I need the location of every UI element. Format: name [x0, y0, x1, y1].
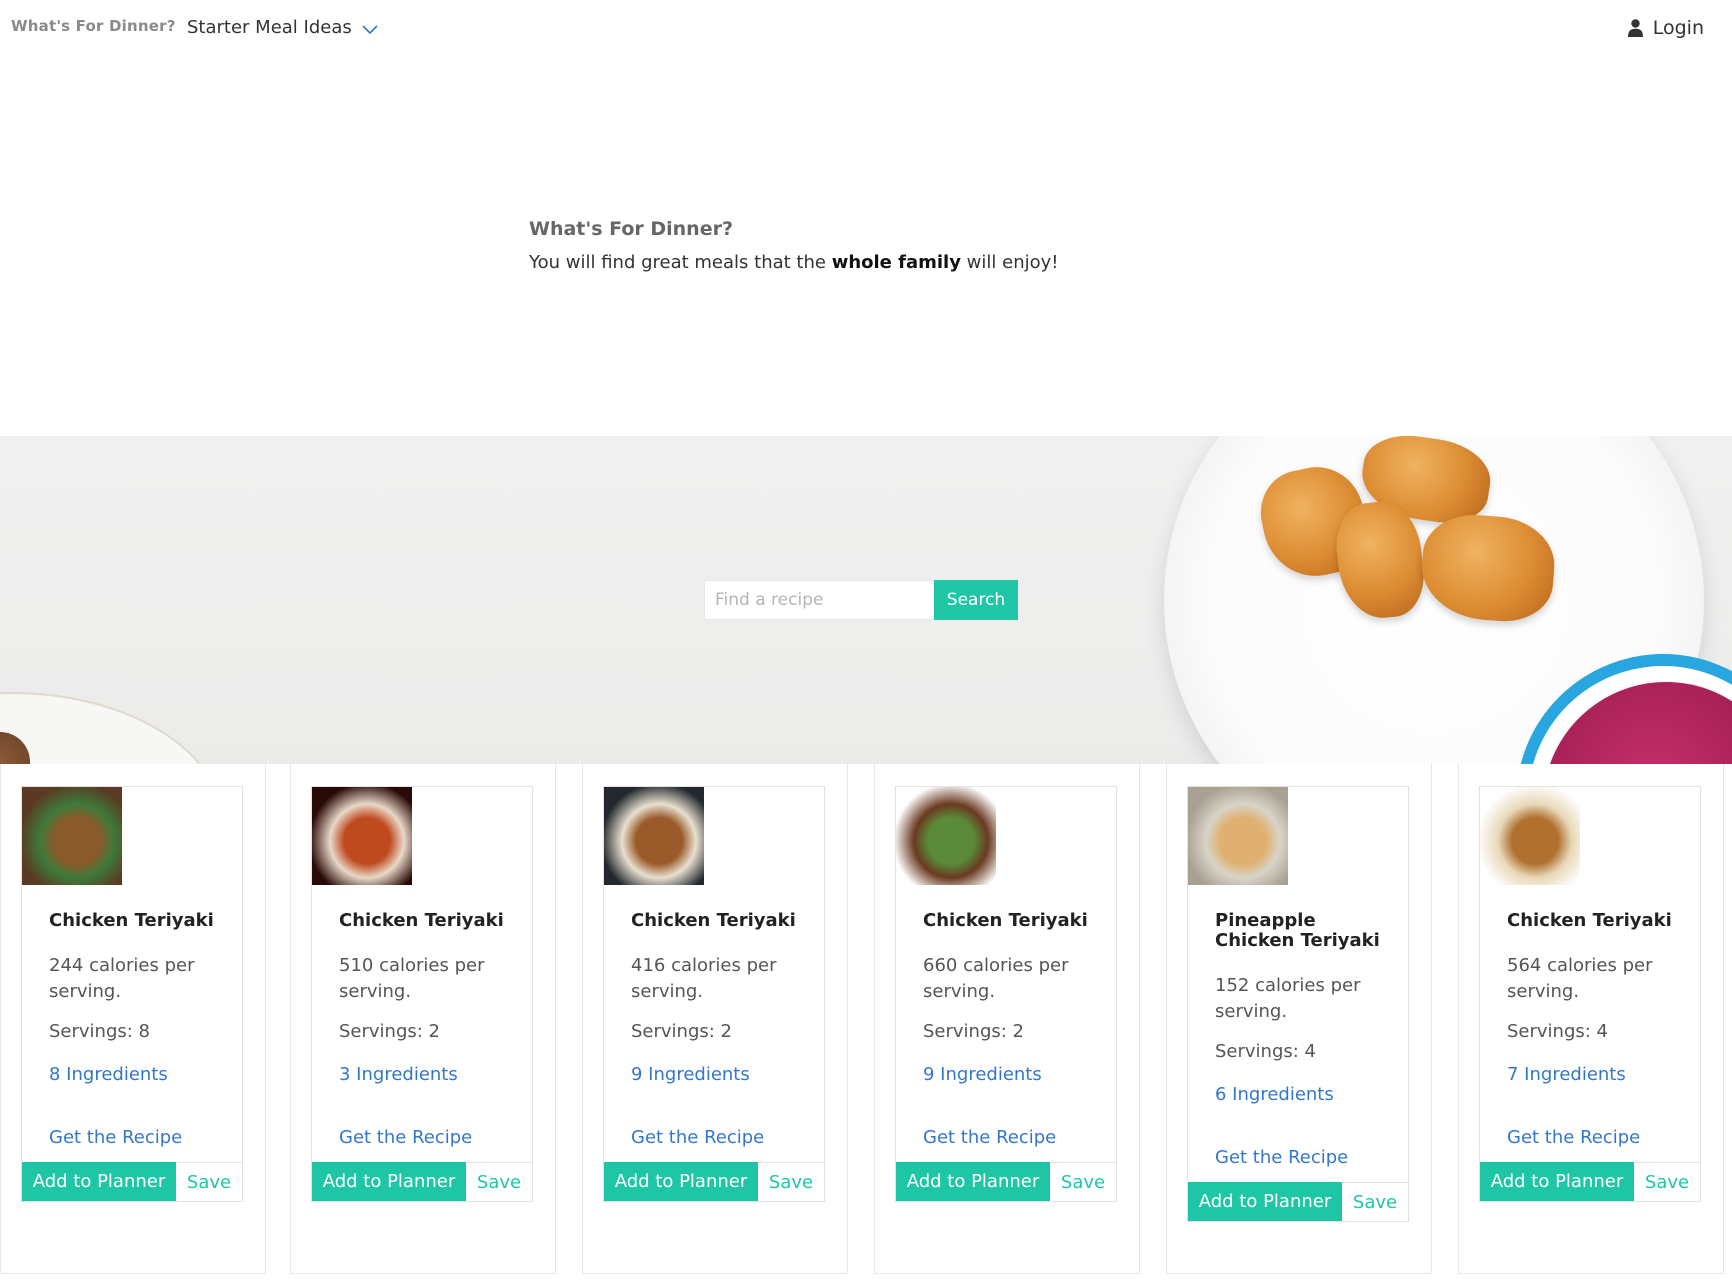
- recipe-calories: 244 calories per serving.: [49, 955, 195, 1002]
- ingredients-link[interactable]: 8 Ingredients: [49, 1064, 216, 1085]
- recipe-servings: Servings: 8: [49, 1021, 151, 1042]
- recipe-card: Chicken Teriyaki 564 calories per servin…: [1479, 786, 1701, 1202]
- recipe-servings: Servings: 2: [339, 1021, 441, 1042]
- save-button[interactable]: Save: [1342, 1183, 1408, 1221]
- get-recipe-link[interactable]: Get the Recipe: [339, 1127, 506, 1148]
- hero-title: What's For Dinner?: [529, 218, 733, 240]
- save-button[interactable]: Save: [466, 1163, 532, 1201]
- recipe-calories: 510 calories per serving.: [339, 955, 485, 1002]
- recipe-search: Search: [704, 580, 1018, 620]
- ingredients-link[interactable]: 7 Ingredients: [1507, 1064, 1674, 1085]
- recipe-card-body: Chicken Teriyaki 660 calories per servin…: [896, 885, 1116, 1149]
- recipe-card-body: Chicken Teriyaki 564 calories per servin…: [1480, 885, 1700, 1149]
- hero-subtitle-end: will enjoy!: [960, 252, 1059, 273]
- menu-label: Starter Meal Ideas: [187, 17, 352, 38]
- top-nav: What's For Dinner? Starter Meal Ideas Lo…: [0, 0, 1732, 58]
- recipe-card-grid: Chicken Teriyaki 244 calories per servin…: [0, 764, 1732, 1286]
- add-to-planner-button[interactable]: Add to Planner: [1188, 1182, 1342, 1221]
- search-button[interactable]: Search: [934, 580, 1018, 620]
- recipe-servings: Servings: 4: [1215, 1041, 1317, 1062]
- recipe-column: Pineapple Chicken Teriyaki 152 calories …: [1166, 764, 1432, 1274]
- card-actions: Add to Planner Save: [22, 1162, 242, 1201]
- recipe-thumbnail[interactable]: [1480, 787, 1580, 885]
- recipe-card: Chicken Teriyaki 660 calories per servin…: [895, 786, 1117, 1202]
- hero-subtitle: You will find great meals that the whole…: [529, 252, 1059, 273]
- recipe-column: Chicken Teriyaki 416 calories per servin…: [582, 764, 848, 1274]
- chevron-down-icon: [362, 21, 378, 37]
- recipe-card: Chicken Teriyaki 244 calories per servin…: [21, 786, 243, 1202]
- recipe-servings: Servings: 2: [631, 1021, 733, 1042]
- add-to-planner-button[interactable]: Add to Planner: [896, 1162, 1050, 1201]
- add-to-planner-button[interactable]: Add to Planner: [604, 1162, 758, 1201]
- login-link[interactable]: Login: [1627, 17, 1704, 39]
- get-recipe-link[interactable]: Get the Recipe: [1507, 1127, 1674, 1148]
- card-actions: Add to Planner Save: [1188, 1182, 1408, 1221]
- hero-subtitle-start: You will find great meals that the: [529, 252, 832, 273]
- recipe-thumbnail[interactable]: [22, 787, 122, 885]
- get-recipe-link[interactable]: Get the Recipe: [923, 1127, 1090, 1148]
- ingredients-link[interactable]: 3 Ingredients: [339, 1064, 506, 1085]
- ingredients-link[interactable]: 6 Ingredients: [1215, 1084, 1382, 1105]
- recipe-title: Chicken Teriyaki: [1507, 910, 1672, 931]
- recipe-title: Chicken Teriyaki: [49, 910, 214, 931]
- recipe-card: Pineapple Chicken Teriyaki 152 calories …: [1187, 786, 1409, 1222]
- hero-subtitle-emphasis: whole family: [831, 252, 961, 273]
- recipe-column: Chicken Teriyaki 244 calories per servin…: [0, 764, 266, 1274]
- recipe-card-body: Chicken Teriyaki 416 calories per servin…: [604, 885, 824, 1149]
- recipe-column: Chicken Teriyaki 510 calories per servin…: [290, 764, 556, 1274]
- recipe-card-body: Pineapple Chicken Teriyaki 152 calories …: [1188, 885, 1408, 1169]
- recipe-column: Chicken Teriyaki 660 calories per servin…: [874, 764, 1140, 1274]
- recipe-card-body: Chicken Teriyaki 510 calories per servin…: [312, 885, 532, 1149]
- save-button[interactable]: Save: [1050, 1163, 1116, 1201]
- recipe-title: Chicken Teriyaki: [923, 910, 1088, 931]
- card-actions: Add to Planner Save: [896, 1162, 1116, 1201]
- recipe-calories: 152 calories per serving.: [1215, 975, 1361, 1022]
- recipe-calories: 660 calories per serving.: [923, 955, 1069, 1002]
- ingredients-link[interactable]: 9 Ingredients: [631, 1064, 798, 1085]
- add-to-planner-button[interactable]: Add to Planner: [312, 1162, 466, 1201]
- recipe-thumbnail[interactable]: [1188, 787, 1288, 885]
- card-actions: Add to Planner Save: [1480, 1162, 1700, 1201]
- save-button[interactable]: Save: [758, 1163, 824, 1201]
- get-recipe-link[interactable]: Get the Recipe: [631, 1127, 798, 1148]
- recipe-servings: Servings: 2: [923, 1021, 1025, 1042]
- user-icon: [1627, 19, 1643, 37]
- add-to-planner-button[interactable]: Add to Planner: [1480, 1162, 1634, 1201]
- get-recipe-link[interactable]: Get the Recipe: [1215, 1147, 1382, 1168]
- starter-meal-ideas-menu[interactable]: Starter Meal Ideas: [187, 17, 378, 38]
- brand-logo[interactable]: What's For Dinner?: [11, 17, 176, 35]
- save-button[interactable]: Save: [1634, 1163, 1700, 1201]
- get-recipe-link[interactable]: Get the Recipe: [49, 1127, 216, 1148]
- recipe-column: Chicken Teriyaki 564 calories per servin…: [1458, 764, 1724, 1274]
- recipe-title: Chicken Teriyaki: [339, 910, 504, 931]
- login-label: Login: [1652, 17, 1704, 39]
- recipe-card-body: Chicken Teriyaki 244 calories per servin…: [22, 885, 242, 1149]
- recipe-thumbnail[interactable]: [896, 787, 996, 885]
- search-input[interactable]: [704, 580, 934, 620]
- left-plate-image: [0, 692, 224, 764]
- ingredients-link[interactable]: 9 Ingredients: [923, 1064, 1090, 1085]
- recipe-calories: 416 calories per serving.: [631, 955, 777, 1002]
- card-actions: Add to Planner Save: [604, 1162, 824, 1201]
- recipe-thumbnail[interactable]: [604, 787, 704, 885]
- recipe-card: Chicken Teriyaki 510 calories per servin…: [311, 786, 533, 1202]
- recipe-servings: Servings: 4: [1507, 1021, 1609, 1042]
- save-button[interactable]: Save: [176, 1163, 242, 1201]
- recipe-thumbnail[interactable]: [312, 787, 412, 885]
- recipe-calories: 564 calories per serving.: [1507, 955, 1653, 1002]
- recipe-title: Chicken Teriyaki: [631, 910, 796, 931]
- recipe-title: Pineapple Chicken Teriyaki: [1215, 910, 1380, 951]
- recipe-card: Chicken Teriyaki 416 calories per servin…: [603, 786, 825, 1202]
- card-actions: Add to Planner Save: [312, 1162, 532, 1201]
- add-to-planner-button[interactable]: Add to Planner: [22, 1162, 176, 1201]
